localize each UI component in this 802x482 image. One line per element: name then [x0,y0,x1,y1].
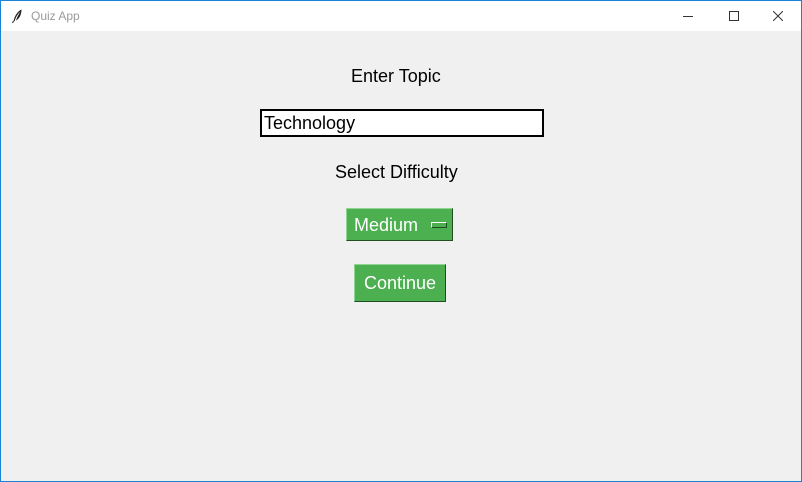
quiz-app-window: Quiz App Enter Topic Select Difficulty M… [0,0,802,482]
continue-button[interactable]: Continue [354,264,446,302]
difficulty-dropdown[interactable]: Medium [346,208,453,241]
window-title: Quiz App [31,9,80,23]
close-button[interactable] [755,1,801,31]
topic-input[interactable] [260,109,544,137]
title-bar[interactable]: Quiz App [1,1,801,31]
close-icon [773,11,783,21]
minimize-icon [683,16,693,17]
maximize-button[interactable] [711,1,757,31]
difficulty-selected-value: Medium [354,215,419,235]
difficulty-label: Select Difficulty [335,162,458,182]
main-content: Enter Topic Select Difficulty Medium Con… [1,31,801,481]
topic-label: Enter Topic [351,66,441,86]
dropdown-indicator-icon [431,222,447,228]
minimize-button[interactable] [665,1,711,31]
maximize-icon [729,11,739,21]
feather-icon [9,8,25,24]
